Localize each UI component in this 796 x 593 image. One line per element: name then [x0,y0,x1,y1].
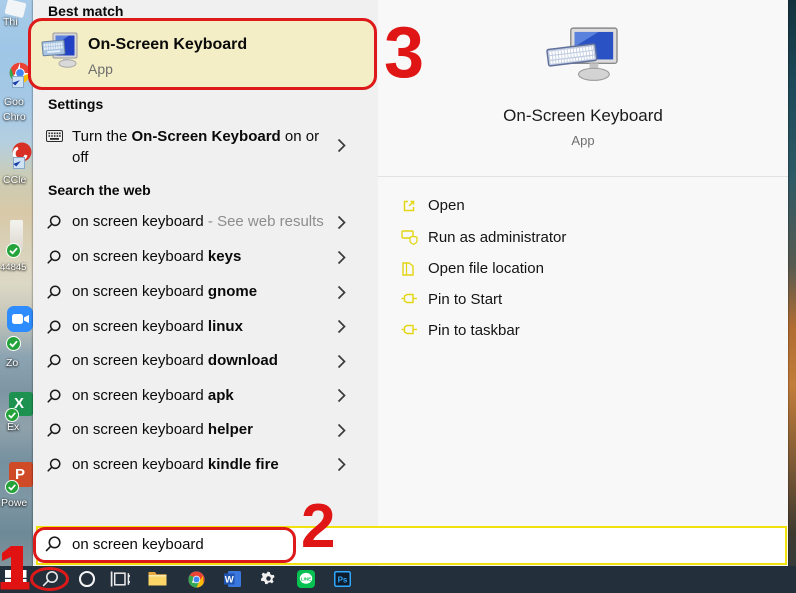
svg-text:LINE: LINE [301,576,311,581]
svg-text:W: W [225,575,234,586]
svg-text:Ps: Ps [338,575,348,584]
